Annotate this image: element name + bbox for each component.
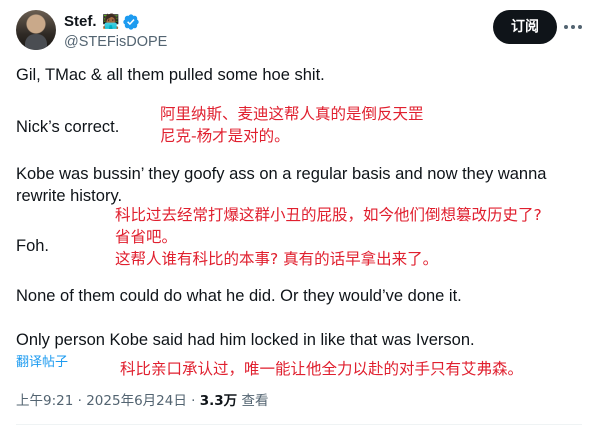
tweet-meta: 上午9:21 · 2025年6月24日 · 3.3万 查看: [16, 392, 268, 410]
verified-badge-icon: [123, 14, 139, 30]
translation-annotation: 这帮人谁有科比的本事? 真有的话早拿出来了。: [115, 250, 439, 268]
translation-annotation: 省省吧。: [115, 228, 178, 246]
ellipsis-icon[interactable]: [562, 17, 584, 37]
tweet-line: Nick’s correct.: [16, 118, 120, 136]
tweet-date[interactable]: 2025年6月24日: [86, 393, 187, 409]
user-handle[interactable]: @STEFisDOPE: [64, 33, 167, 51]
tweet-line: None of them could do what he did. Or th…: [16, 287, 462, 305]
display-name[interactable]: Stef.: [64, 12, 97, 32]
tweet-line: rewrite history.: [16, 187, 123, 205]
emoji-badge: 🧑🏾‍💻: [102, 13, 120, 29]
separator-dot: ·: [191, 393, 196, 409]
subscribe-button[interactable]: 订阅: [493, 10, 557, 44]
translation-annotation: 尼克-杨才是对的。: [160, 127, 290, 145]
translate-post-link[interactable]: 翻译帖子: [16, 354, 68, 372]
divider: [16, 424, 582, 425]
tweet-line: Gil, TMac & all them pulled some hoe shi…: [16, 66, 325, 84]
views-label: 查看: [241, 393, 269, 409]
translation-annotation: 科比亲口承认过，唯一能让他全力以赴的对手只有艾弗森。: [120, 360, 524, 378]
avatar[interactable]: [16, 10, 56, 50]
tweet-line: Kobe was bussin’ they goofy ass on a reg…: [16, 165, 547, 183]
separator-dot: ·: [77, 393, 82, 409]
tweet-line: Only person Kobe said had him locked in …: [16, 331, 475, 349]
tweet-time[interactable]: 上午9:21: [16, 393, 73, 409]
view-count: 3.3万: [199, 393, 238, 409]
tweet-line: Foh.: [16, 237, 50, 255]
translation-annotation: 科比过去经常打爆这群小丑的屁股，如今他们倒想篡改历史了?: [115, 206, 542, 224]
translation-annotation: 阿里纳斯、麦迪这帮人真的是倒反天罡: [160, 105, 424, 123]
